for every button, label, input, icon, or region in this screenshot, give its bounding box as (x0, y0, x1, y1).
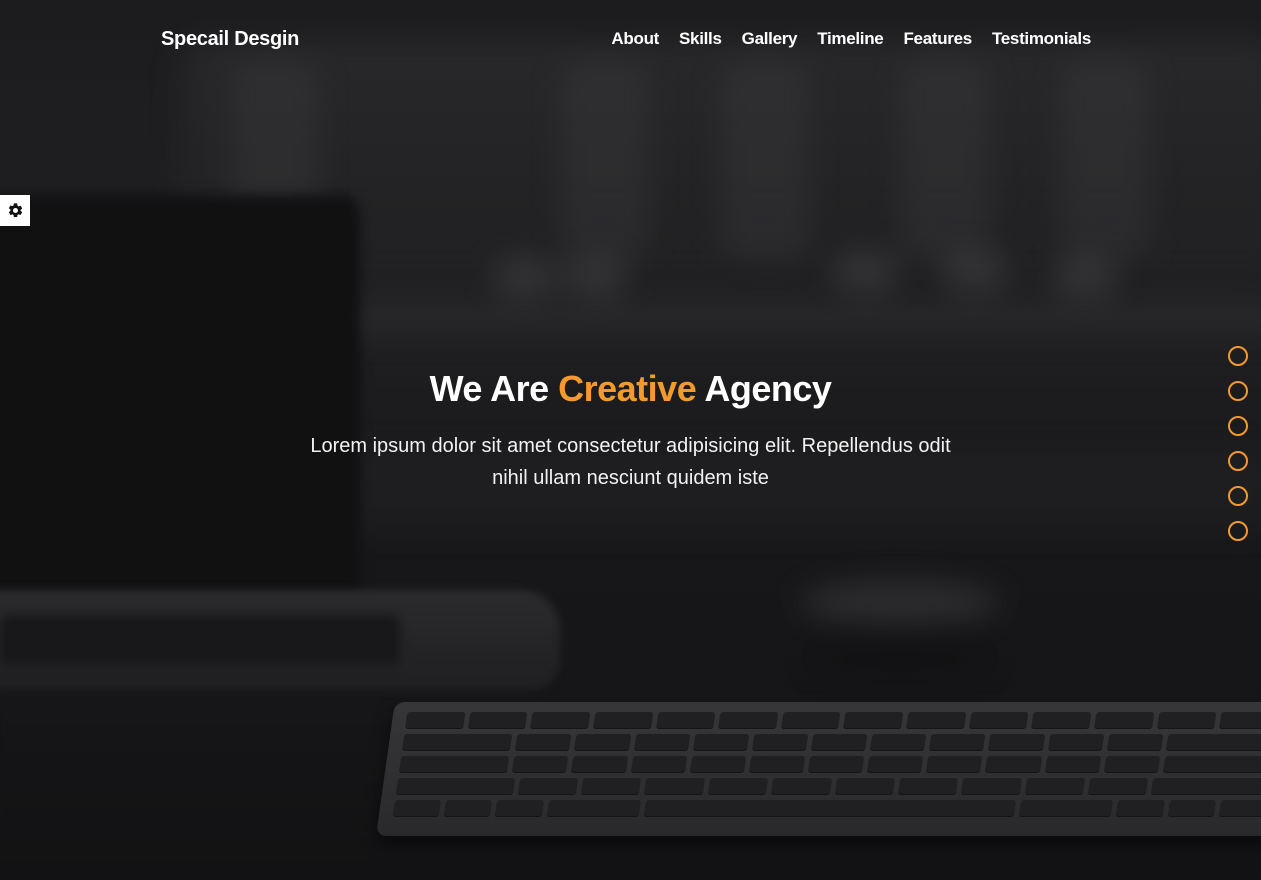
hero-title-start: We Are (429, 368, 550, 409)
settings-toggle-button[interactable] (0, 195, 30, 226)
site-header: Specail Desgin About Skills Gallery Time… (161, 24, 1091, 54)
hero-section: We Are Creative Agency Lorem ipsum dolor… (0, 368, 1261, 494)
nav-link-skills[interactable]: Skills (679, 29, 722, 49)
nav-link-gallery[interactable]: Gallery (742, 29, 798, 49)
bullet-nav-about[interactable] (1228, 346, 1248, 366)
main-nav: About Skills Gallery Timeline Features T… (611, 29, 1091, 49)
hero-title: We Are Creative Agency (0, 368, 1261, 410)
section-bullets (1228, 346, 1248, 541)
nav-link-about[interactable]: About (611, 29, 659, 49)
bullet-nav-skills[interactable] (1228, 381, 1248, 401)
nav-link-features[interactable]: Features (903, 29, 972, 49)
bullet-nav-testimonials[interactable] (1228, 521, 1248, 541)
gear-icon (8, 203, 22, 218)
hero-description: Lorem ipsum dolor sit amet consectetur a… (310, 435, 951, 489)
nav-link-timeline[interactable]: Timeline (817, 29, 884, 49)
hero-title-end: Agency (704, 368, 832, 409)
bullet-nav-timeline[interactable] (1228, 451, 1248, 471)
bullet-nav-features[interactable] (1228, 486, 1248, 506)
hero-title-accent: Creative (558, 368, 697, 409)
nav-link-testimonials[interactable]: Testimonials (992, 29, 1091, 49)
site-logo[interactable]: Specail Desgin (161, 28, 299, 51)
bullet-nav-gallery[interactable] (1228, 416, 1248, 436)
